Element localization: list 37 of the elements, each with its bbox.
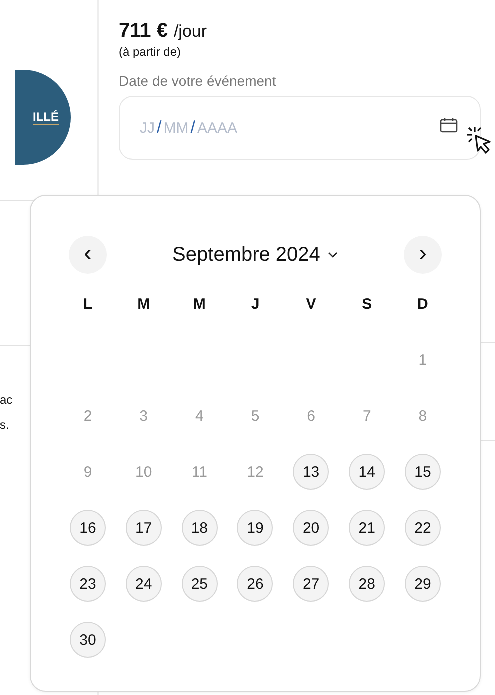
calendar-icon[interactable] [440,117,458,133]
logo: ILLÉ [15,70,71,165]
cut-text: ac [0,393,13,407]
calendar-day[interactable]: 27 [293,566,330,602]
weekday-label: J [251,296,260,312]
calendar-day[interactable]: 23 [70,566,106,602]
weekday-label: S [362,296,372,312]
calendar-day[interactable]: 24 [126,566,162,602]
chevron-down-icon [328,252,338,258]
calendar-day[interactable]: 19 [237,510,274,546]
field-label: Date de votre événement [119,73,278,89]
price: 711 € [119,20,168,43]
calendar-day[interactable]: 15 [404,454,441,490]
calendar-day[interactable]: 26 [237,566,274,602]
calendar-day[interactable]: 21 [349,510,386,546]
weekday-label: M [138,296,150,312]
calendar-day[interactable]: 17 [126,510,162,546]
calendar-day[interactable]: 30 [70,622,106,658]
weekday-label: V [306,296,316,312]
cut-text: s. [0,418,10,432]
calendar-day[interactable]: 29 [404,566,441,602]
calendar-day[interactable]: 13 [293,454,330,490]
calendar-day[interactable]: 25 [182,566,218,602]
price-unit: /jour [174,22,208,42]
month-selector[interactable]: Septembre 2024 [172,244,338,266]
next-month-button[interactable]: › [404,236,442,274]
weekday-label: L [83,296,93,312]
price-note: (à partir de) [119,45,182,59]
calendar-day[interactable]: 20 [293,510,330,546]
calendar-day[interactable]: 14 [349,454,386,490]
weekday-label: M [193,296,206,312]
previous-month-button[interactable]: ‹ [69,236,107,274]
weekday-label: D [418,296,428,312]
calendar-day[interactable]: 18 [182,510,218,546]
calendar-day[interactable]: 16 [70,510,106,546]
calendar-day[interactable]: 28 [349,566,386,602]
calendar-day[interactable]: 22 [404,510,441,546]
